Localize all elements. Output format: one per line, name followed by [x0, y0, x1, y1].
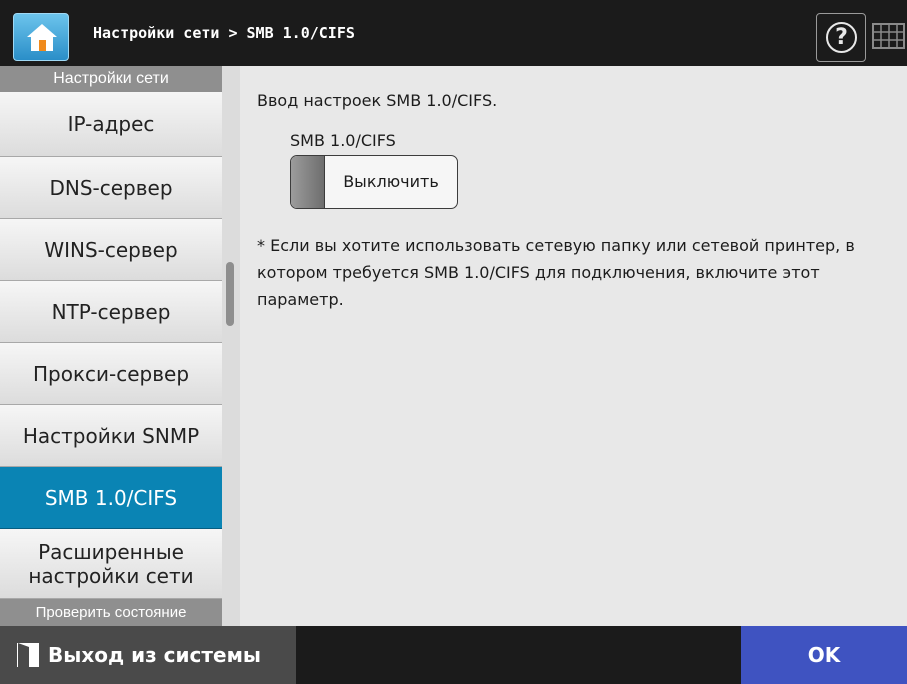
sidebar-scrollbar[interactable]: [222, 66, 240, 626]
keyboard-icon: [872, 23, 905, 49]
page-title: Настройки сети > SMB 1.0/CIFS: [93, 24, 355, 42]
intro-text: Ввод настроек SMB 1.0/CIFS.: [257, 91, 498, 110]
sidebar-item-proxy-server[interactable]: Прокси-сервер: [0, 343, 222, 405]
sidebar-item-ip-address[interactable]: IP-адрес: [0, 92, 222, 157]
sidebar-group-network-settings: Настройки сети: [0, 66, 222, 92]
sidebar-item-smb-cifs[interactable]: SMB 1.0/CIFS: [0, 467, 222, 529]
sidebar-item-ntp-server[interactable]: NTP-сервер: [0, 281, 222, 343]
note-text: * Если вы хотите использовать сетевую па…: [257, 236, 855, 309]
sidebar-group-check-status[interactable]: Проверить состояние: [0, 599, 222, 626]
keyboard-button[interactable]: [870, 13, 907, 62]
logout-button[interactable]: Выход из системы: [0, 626, 296, 684]
smb-cifs-label: SMB 1.0/CIFS: [290, 131, 396, 150]
sidebar-item-snmp-settings[interactable]: Настройки SNMP: [0, 405, 222, 467]
home-button[interactable]: [13, 13, 69, 61]
smb-cifs-toggle[interactable]: Выключить: [290, 155, 458, 209]
sidebar-item-advanced-network[interactable]: Расширенные настройки сети: [0, 529, 222, 599]
sidebar-item-dns-server[interactable]: DNS-сервер: [0, 157, 222, 219]
logout-label: Выход из системы: [48, 643, 261, 667]
main-content: Ввод настроек SMB 1.0/CIFS. SMB 1.0/CIFS…: [240, 66, 907, 626]
sidebar-item-label-line1: Расширенные: [38, 539, 184, 564]
help-icon: ?: [826, 22, 857, 53]
sidebar-item-label-line2: настройки сети: [28, 563, 194, 588]
help-button[interactable]: ?: [816, 13, 866, 62]
sidebar: Настройки сети IP-адрес DNS-сервер WINS-…: [0, 66, 240, 626]
sidebar-item-wins-server[interactable]: WINS-сервер: [0, 219, 222, 281]
toggle-state-label: Выключить: [343, 172, 439, 191]
home-icon: [27, 24, 57, 51]
sidebar-scrollbar-thumb[interactable]: [226, 262, 234, 326]
logout-door-icon: [17, 643, 39, 667]
toggle-knob[interactable]: [291, 156, 325, 208]
footer-bar: Выход из системы OK: [0, 626, 907, 684]
ok-button[interactable]: OK: [741, 626, 907, 684]
header-bar: Настройки сети > SMB 1.0/CIFS ?: [0, 0, 907, 66]
